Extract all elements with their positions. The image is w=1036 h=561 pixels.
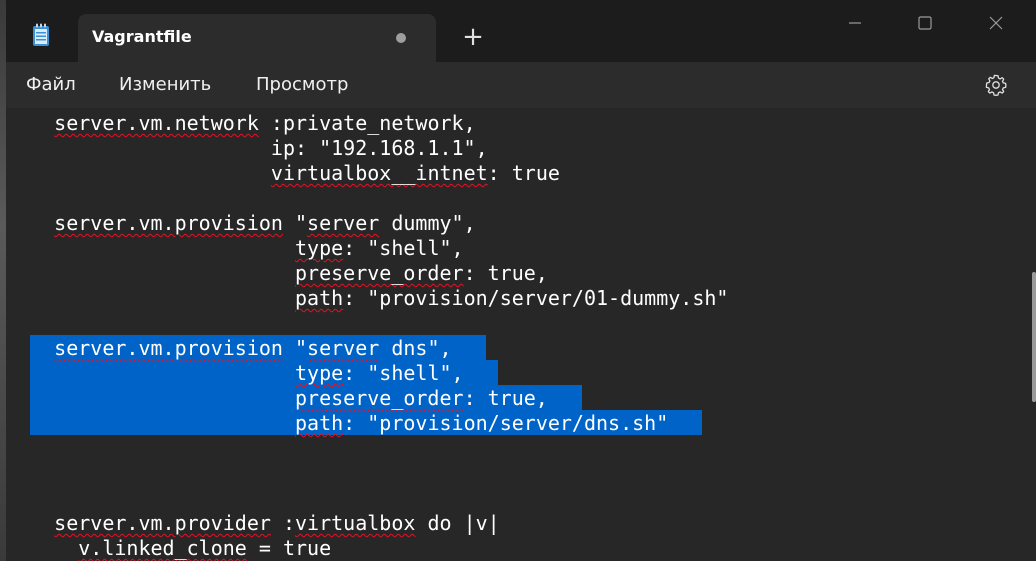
code-line: preserve_order: true, (294, 261, 548, 285)
code-line: server.vm.provision "server dummy", (54, 211, 476, 235)
code-line: v.linked_clone = true (78, 536, 332, 560)
code-line-selected: preserve_order: true, (294, 386, 548, 410)
code-line-selected: server.vm.provision "server dns", (54, 336, 452, 360)
close-icon (989, 16, 1003, 30)
maximize-icon (918, 16, 932, 30)
menu-bar: Файл Изменить Просмотр (6, 62, 1036, 108)
code-line: type: "shell", (294, 236, 464, 260)
new-tab-button[interactable]: + (458, 24, 488, 54)
menu-view[interactable]: Просмотр (256, 74, 348, 95)
minimize-icon (849, 22, 861, 24)
code-line: ip: "192.168.1.1", (6, 136, 488, 160)
scrollbar-thumb[interactable] (1032, 272, 1036, 402)
gear-icon[interactable] (984, 73, 1008, 97)
code-line-selected: type: "shell", (294, 361, 464, 385)
close-button[interactable] (973, 8, 1019, 38)
plus-icon: + (462, 22, 484, 52)
menu-file[interactable]: Файл (26, 74, 76, 95)
code-line: server.vm.network :private_network, (54, 111, 476, 135)
title-bar[interactable]: Vagrantfile + (6, 0, 1036, 62)
maximize-button[interactable] (902, 8, 948, 38)
menu-edit[interactable]: Изменить (119, 74, 211, 95)
unsaved-dot-icon[interactable] (396, 33, 406, 43)
text-editor[interactable]: server.vm.network :private_network, ip: … (6, 108, 1036, 561)
tab-vagrantfile[interactable]: Vagrantfile (78, 14, 436, 62)
code-line: server.vm.provider :virtualbox do |v| (54, 511, 500, 535)
tab-title: Vagrantfile (92, 27, 192, 46)
code-line: virtualbox__intnet: true (270, 161, 560, 185)
notepad-icon (33, 23, 49, 46)
code-line: path: "provision/server/01-dummy.sh" (294, 286, 729, 310)
notepad-window: Vagrantfile + Файл Изменить Просмотр ser (6, 0, 1036, 561)
minimize-button[interactable] (832, 8, 878, 38)
code-line-selected: path: "provision/server/dns.sh" (294, 411, 669, 435)
